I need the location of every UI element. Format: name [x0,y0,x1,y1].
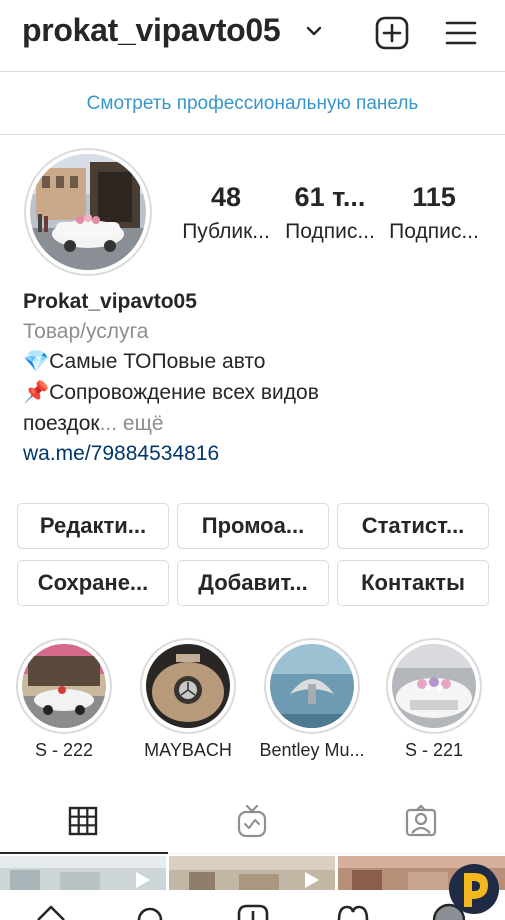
profile-username[interactable]: prokat_vipavto05 [22,12,281,49]
bio-website-link[interactable]: wa.me/79884534816 [23,442,483,466]
highlight-label: Bentley Mu... [259,740,365,760]
saved-button[interactable]: Сохране... [17,560,169,606]
highlight-ring [140,638,236,734]
tab-posts-grid[interactable] [0,790,168,854]
highlight-ring [264,638,360,734]
highlight-label: S - 222 [34,740,94,760]
bio-line-3: поездок... ещё [23,412,483,436]
post-thumbnail[interactable] [169,856,335,890]
professional-dashboard-link[interactable]: Смотреть профессиональную панель [0,73,505,135]
new-post-nav-icon[interactable] [237,904,269,920]
stat-followers-count: 61 т... [294,182,366,212]
highlight-bentley[interactable]: Bentley Mu... [252,638,372,761]
top-bar: prokat_vipavto05 [0,0,505,72]
highlight-s222[interactable]: S - 222 [4,638,124,761]
profile-tabs [0,790,505,854]
bio-line-1: 💎Самые ТОПовые авто [23,350,266,373]
add-shop-button[interactable]: Добавит... [177,560,329,606]
menu-icon[interactable] [444,18,478,48]
overlay-app-logo [449,864,499,914]
stat-followers-label: Подпис... [285,220,375,243]
bottom-navigation [0,890,505,920]
insights-button[interactable]: Статист... [337,503,489,549]
tab-tagged[interactable] [336,790,504,854]
stat-followers[interactable]: 61 т... Подпис... [280,182,380,244]
active-tab-indicator [0,852,168,854]
new-post-icon[interactable] [375,16,409,50]
highlight-s221[interactable]: S - 221 [374,638,494,761]
stat-following-count: 115 [412,182,456,212]
stat-posts-count: 48 [210,182,242,212]
profile-avatar[interactable] [24,148,152,276]
post-thumbnail[interactable] [0,856,166,890]
highlight-cover-image [146,644,230,728]
avatar-image [30,154,146,270]
highlight-ring [386,638,482,734]
posts-grid [0,856,505,890]
highlight-cover-image [22,644,106,728]
highlight-label: S - 221 [404,740,464,760]
stat-posts-label: Публик... [182,220,270,243]
highlight-ring [16,638,112,734]
bio-display-name: Prokat_vipavto05 [23,290,197,313]
grid-icon [68,806,98,836]
tab-igtv[interactable] [168,790,336,854]
home-icon[interactable] [36,904,66,920]
stat-following[interactable]: 115 Подпис... [384,182,484,244]
activity-heart-icon[interactable] [337,904,369,920]
bio-line-2: 📌Сопровождение всех видов [23,381,319,404]
stat-following-label: Подпис... [389,220,479,243]
highlight-maybach[interactable]: MAYBACH [128,638,248,761]
highlight-cover-image [270,644,354,728]
edit-profile-button[interactable]: Редакти... [17,503,169,549]
bio-category: Товар/услуга [23,320,149,343]
search-icon[interactable] [135,904,165,920]
bio-more-link[interactable]: ... ещё [100,412,164,435]
stat-posts[interactable]: 48 Публик... [176,182,276,244]
highlight-label: MAYBACH [144,740,232,760]
highlight-cover-image [392,644,476,728]
igtv-icon [237,804,267,838]
chevron-down-icon[interactable] [305,24,323,38]
bio-line-3-text: поездок [23,412,100,435]
contacts-button[interactable]: Контакты [337,560,489,606]
promotions-button[interactable]: Промоа... [177,503,329,549]
tagged-icon [405,805,437,837]
